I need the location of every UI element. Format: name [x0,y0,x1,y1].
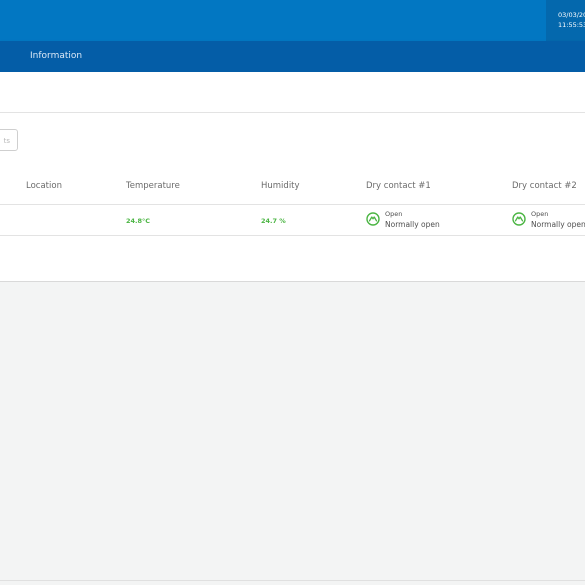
dry-contact-1-state: Open [385,210,403,218]
top-header-bar: 03/03/20 11:55:53 [0,0,585,41]
table-header-divider [0,204,585,205]
search-input[interactable]: ts [0,129,18,151]
sensors-panel: ts Location Temperature Humidity Dry con… [0,72,585,282]
navigation-bar: Information [0,41,585,72]
panel-bottom-border [0,281,585,282]
dry-contact-2-mode: Normally open [531,220,585,229]
nav-item-information[interactable]: Information [30,41,82,72]
time-text: 11:55:53 [558,21,585,29]
contact-open-icon [512,212,526,226]
footer-divider [0,580,585,581]
humidity-value: 24.7 % [261,217,286,225]
dry-contact-1-mode: Normally open [385,220,440,229]
column-header-humidity[interactable]: Humidity [261,181,300,191]
temperature-value: 24.8°C [126,217,151,225]
date-text: 03/03/20 [558,11,585,19]
column-header-location[interactable]: Location [26,181,62,191]
column-header-dry-contact-1[interactable]: Dry contact #1 [366,181,431,191]
panel-divider [0,112,585,113]
column-header-temperature[interactable]: Temperature [126,181,180,191]
contact-open-icon [366,212,380,226]
column-header-dry-contact-2[interactable]: Dry contact #2 [512,181,577,191]
dry-contact-2-state: Open [531,210,549,218]
date-time-display: 03/03/20 11:55:53 [546,0,585,41]
table-row-divider [0,235,585,236]
